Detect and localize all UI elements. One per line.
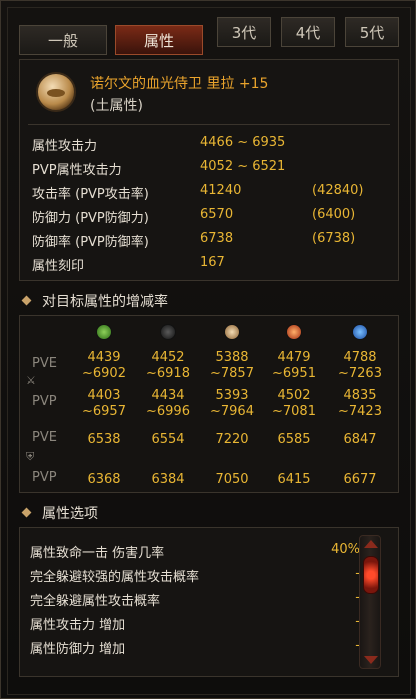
stat-row: 防御力 (PVP防御力) 6570 (6400) [32,207,392,229]
stat-value: 6570 [200,207,234,222]
section-label: 属性选项 [42,506,98,522]
def-pvp-value: 6368 [87,472,121,487]
stat-row: 防御率 (PVP防御率) 6738 (6738) [32,231,392,253]
option-label: 属性攻击力 增加 [30,618,126,633]
atk-pvp-value: 4403 ~6957 [82,388,126,419]
def-pvp-value: 7050 [215,472,249,487]
fire-icon [286,324,302,340]
stat-pvp-value: (42840) [312,183,364,198]
tab-general[interactable]: 一般 [19,25,107,55]
option-label: 属性致命一击 伤害几率 [30,546,165,561]
stat-label: 属性刻印 [32,259,85,274]
option-label: 属性防御力 增加 [30,642,126,657]
stat-pvp-value: (6400) [312,207,356,222]
option-value: 40% [331,542,360,557]
atk-pve-value: 4452 ~6918 [146,350,190,381]
stat-label: 防御力 (PVP防御力) [32,211,149,226]
def-pve-value: 7220 [215,432,249,447]
bullet-icon [21,295,32,306]
stat-row: 属性刻印 167 [32,255,392,277]
stat-row: 属性攻击力 4466 ~ 6935 [32,135,392,157]
atk-pvp-value: 5393 ~7964 [210,388,254,419]
options-panel: 属性致命一击 伤害几率 40% 完全躲避较强的属性攻击概率 - 完全躲避属性攻击… [19,527,399,677]
def-pve-value: 6554 [151,432,185,447]
stat-value: 167 [200,255,225,270]
section-title-options: 属性选项 [21,503,98,523]
stat-value: 6738 [200,231,234,246]
stats-panel: 诺尔文的血光侍卫 里拉 +15 (土属性) 属性攻击力 4466 ~ 6935 … [19,59,399,281]
atk-pvp-value: 4835 ~7423 [338,388,382,419]
options-scrollbar[interactable] [359,535,381,669]
option-row: 属性防御力 增加 - [30,638,360,660]
atk-pvp-value: 4434 ~6996 [146,388,190,419]
stat-pvp-value: (6738) [312,231,356,246]
option-row: 完全躲避较强的属性攻击概率 - [30,566,360,588]
option-row: 属性攻击力 增加 - [30,614,360,636]
attribute-window: 一般 属性 3代 4代 5代 诺尔文的血光侍卫 里拉 +15 (土属性) 属性攻… [0,0,416,699]
dark-icon [160,324,176,340]
option-label: 完全躲避较强的属性攻击概率 [30,570,200,585]
def-pvp-value: 6415 [277,472,311,487]
atk-pve-value: 4439 ~6902 [82,350,126,381]
water-icon [352,324,368,340]
stat-label: 攻击率 (PVP攻击率) [32,187,149,202]
scroll-down-icon[interactable] [364,656,378,664]
option-label: 完全躲避属性攻击概率 [30,594,161,609]
stat-value: 4466 ~ 6935 [200,135,286,150]
stat-value: 4052 ~ 6521 [200,159,286,174]
atk-pvp-value: 4502 ~7081 [272,388,316,419]
def-pvp-value: 6677 [343,472,377,487]
tab-gen5[interactable]: 5代 [345,17,399,47]
stat-label: 防御率 (PVP防御率) [32,235,149,250]
stat-label: 属性攻击力 [32,139,98,154]
def-pvp-value: 6384 [151,472,185,487]
wind-icon [96,324,112,340]
stat-label: PVP属性攻击力 [32,163,122,178]
earth-icon [224,324,240,340]
bullet-icon [21,507,32,518]
scroll-up-icon[interactable] [364,540,378,548]
atk-pve-value: 5388 ~7857 [210,350,254,381]
tab-gen3[interactable]: 3代 [217,17,271,47]
stat-row: 攻击率 (PVP攻击率) 41240 (42840) [32,183,392,205]
atk-pve-value: 4479 ~6951 [272,350,316,381]
stat-value: 41240 [200,183,242,198]
def-pve-value: 6847 [343,432,377,447]
row-label-pvp: PVP [32,394,57,409]
scroll-thumb[interactable] [363,556,379,594]
section-title-elements: 对目标属性的增减率 [21,291,168,311]
item-element: (土属性) [90,98,143,114]
atk-pve-value: 4788 ~7263 [338,350,382,381]
divider [28,124,390,125]
option-row: 完全躲避属性攻击概率 - [30,590,360,612]
row-label-pve: PVE [32,430,57,445]
tab-gen4[interactable]: 4代 [281,17,335,47]
row-label-pvp: PVP [32,470,57,485]
stat-row: PVP属性攻击力 4052 ~ 6521 [32,159,392,181]
def-pve-value: 6538 [87,432,121,447]
def-pve-value: 6585 [277,432,311,447]
earth-icon [36,72,76,112]
tab-attribute[interactable]: 属性 [115,25,203,55]
element-grid: PVE PVP PVE PVP ⚔ ⛨ 4439 ~6902 4452 ~691… [19,315,399,493]
section-label: 对目标属性的增减率 [42,294,168,310]
item-name: 诺尔文的血光侍卫 里拉 +15 [90,76,269,92]
sword-icon: ⚔ [26,374,36,387]
row-label-pve: PVE [32,356,57,371]
option-row: 属性致命一击 伤害几率 40% [30,542,360,564]
shield-icon: ⛨ [26,450,35,463]
